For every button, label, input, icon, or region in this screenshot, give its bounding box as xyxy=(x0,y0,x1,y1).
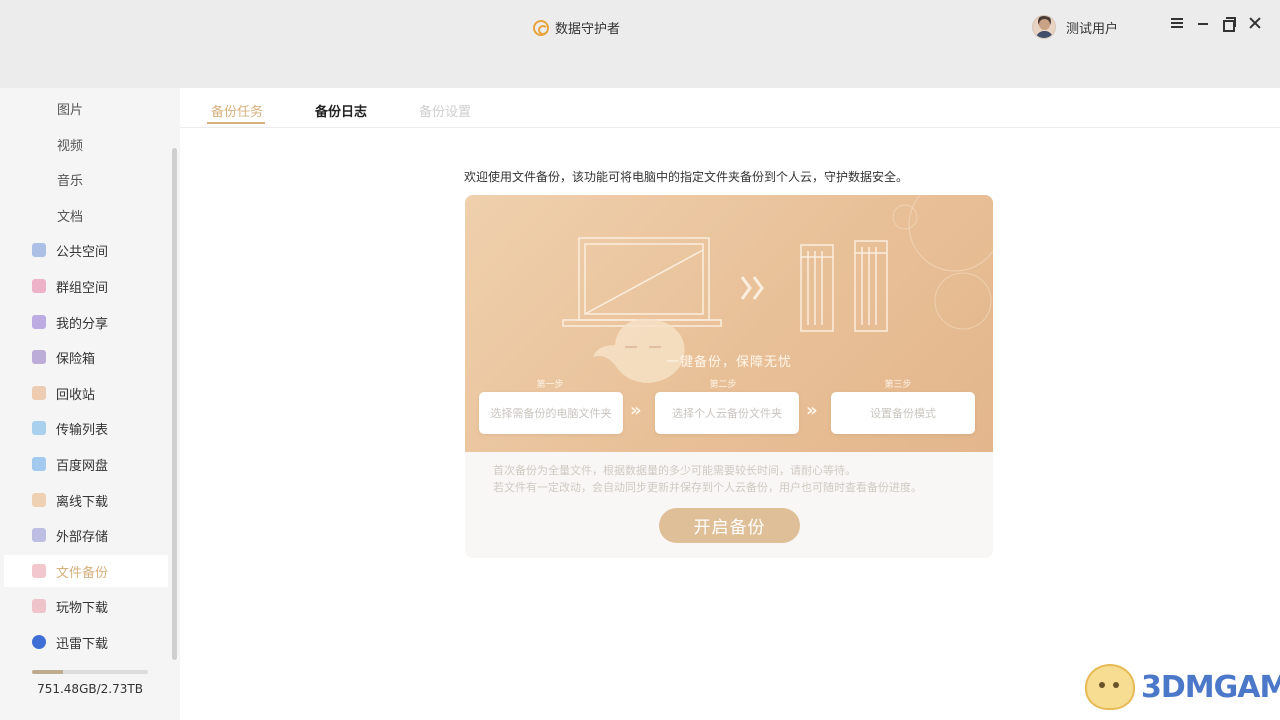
user-name[interactable]: 测试用户 xyxy=(1066,18,1118,37)
menu-icon[interactable] xyxy=(1170,16,1184,30)
file-backup-icon xyxy=(32,564,46,578)
sidebar-item-label: 视频 xyxy=(57,138,84,154)
wanwu-download-icon xyxy=(32,599,46,613)
slogan-text: 一键备份，保障无忧 xyxy=(665,355,792,370)
share-icon xyxy=(32,315,46,329)
group-space-icon xyxy=(32,279,46,293)
sidebar-item-label: 百度网盘 xyxy=(56,458,109,474)
step-3-label: 第三步 xyxy=(884,380,912,390)
sidebar-item[interactable]: 图片 xyxy=(4,92,168,124)
public-space-icon xyxy=(32,243,46,257)
watermark-text: 3DMGAME xyxy=(1141,669,1280,705)
app-logo-icon xyxy=(533,19,549,36)
sidebar-item-label: 迅雷下载 xyxy=(56,636,109,652)
sidebar-item-label: 外部存储 xyxy=(56,529,109,545)
user-profile[interactable]: 测试用户 xyxy=(1032,15,1118,39)
close-icon[interactable] xyxy=(1248,16,1262,30)
step-2-label: 第二步 xyxy=(709,380,737,390)
external-storage-icon xyxy=(32,528,46,542)
sidebar-item[interactable]: 文件备份 xyxy=(4,555,168,587)
sidebar-item-label: 传输列表 xyxy=(56,422,109,438)
minimize-icon[interactable] xyxy=(1196,16,1210,30)
safe-box-icon xyxy=(32,350,46,364)
baidu-netdisk-icon xyxy=(32,457,46,471)
tab-backup-task[interactable]: 备份任务 xyxy=(211,101,263,120)
title-bar: 数据守护者 测试用户 xyxy=(0,0,1280,56)
step-arrow-icon: » xyxy=(806,400,818,421)
sidebar-item[interactable]: 回收站 xyxy=(4,377,168,409)
tab-backup-settings[interactable]: 备份设置 xyxy=(419,101,471,120)
offline-download-icon xyxy=(32,493,46,507)
sidebar-item-label: 公共空间 xyxy=(56,244,109,260)
sidebar-item[interactable]: 外部存储 xyxy=(4,519,168,551)
welcome-text: 欢迎使用文件备份，该功能可将电脑中的指定文件夹备份到个人云，守护数据安全。 xyxy=(464,170,909,184)
sidebar-item-label: 回收站 xyxy=(56,387,96,403)
sidebar: 图片视频音乐文档公共空间群组空间我的分享保险箱回收站传输列表百度网盘离线下载外部… xyxy=(0,88,180,720)
start-backup-button[interactable]: 开启备份 xyxy=(659,508,800,543)
app-title-text: 数据守护者 xyxy=(555,22,621,37)
step-1-box: 选择需备份的电脑文件夹 xyxy=(479,392,623,434)
step-arrow-icon: » xyxy=(630,400,642,421)
avatar[interactable] xyxy=(1032,15,1056,39)
backup-illustration: 一键备份，保障无忧 第一步 第二步 第三步 选择需备份的电脑文件夹 » 选择个人… xyxy=(465,195,993,452)
storage-bar-fill xyxy=(32,670,64,674)
sidebar-item-label: 离线下载 xyxy=(56,494,109,510)
sidebar-item-label: 文档 xyxy=(57,209,84,225)
thunder-download-icon xyxy=(32,635,46,649)
app-title: 数据守护者 xyxy=(533,18,620,37)
sidebar-item[interactable]: 百度网盘 xyxy=(4,448,168,480)
server-icon xyxy=(800,240,888,332)
description-line-1: 首次备份为全量文件，根据数据量的多少可能需要较长时间，请耐心等待。 xyxy=(493,464,856,477)
sidebar-item[interactable]: 音乐 xyxy=(4,163,168,195)
sidebar-item[interactable]: 我的分享 xyxy=(4,306,168,338)
sidebar-item[interactable]: 传输列表 xyxy=(4,412,168,444)
sidebar-item-label: 音乐 xyxy=(57,173,84,189)
description-line-2: 若文件有一定改动，会自动同步更新并保存到个人云备份，用户也可随时查看备份进度。 xyxy=(493,481,922,494)
sidebar-item[interactable]: 视频 xyxy=(4,128,168,160)
watermark-mascot-icon xyxy=(1085,664,1135,710)
storage-bar xyxy=(32,670,148,674)
transfer-list-icon xyxy=(32,421,46,435)
recycle-bin-icon xyxy=(32,386,46,400)
active-tab-indicator xyxy=(207,122,265,124)
step-2-box: 选择个人云备份文件夹 xyxy=(655,392,799,434)
step-3-box: 设置备份模式 xyxy=(831,392,975,434)
sidebar-item-label: 玩物下载 xyxy=(56,600,109,616)
sidebar-item[interactable]: 群组空间 xyxy=(4,270,168,302)
laptop-icon xyxy=(562,237,722,327)
tab-backup-log[interactable]: 备份日志 xyxy=(315,101,367,120)
sidebar-item[interactable]: 保险箱 xyxy=(4,341,168,373)
window-controls xyxy=(1170,16,1262,32)
tab-bar: 备份任务 备份日志 备份设置 xyxy=(180,88,1280,128)
sidebar-item[interactable]: 迅雷下载 xyxy=(4,626,168,658)
sidebar-item-label: 我的分享 xyxy=(56,316,109,332)
sidebar-item[interactable]: 文档 xyxy=(4,199,168,231)
sidebar-item-label: 保险箱 xyxy=(56,351,96,367)
sidebar-item[interactable]: 离线下载 xyxy=(4,484,168,516)
restore-icon[interactable] xyxy=(1222,16,1236,32)
sidebar-item-label: 文件备份 xyxy=(56,565,109,581)
main-panel: 备份任务 备份日志 备份设置 欢迎使用文件备份，该功能可将电脑中的指定文件夹备份… xyxy=(180,88,1280,720)
sidebar-item-label: 图片 xyxy=(57,102,84,118)
storage-text: 751.48GB/2.73TB xyxy=(37,682,143,696)
arrow-icon xyxy=(740,276,764,300)
sidebar-item[interactable]: 公共空间 xyxy=(4,234,168,266)
step-1-label: 第一步 xyxy=(536,380,564,390)
sidebar-item-label: 群组空间 xyxy=(56,280,109,296)
watermark: 3DMGAME xyxy=(1085,664,1280,710)
backup-intro-card: 一键备份，保障无忧 第一步 第二步 第三步 选择需备份的电脑文件夹 » 选择个人… xyxy=(465,195,993,558)
sidebar-scrollbar[interactable] xyxy=(172,148,177,660)
sidebar-item[interactable]: 玩物下载 xyxy=(4,590,168,622)
